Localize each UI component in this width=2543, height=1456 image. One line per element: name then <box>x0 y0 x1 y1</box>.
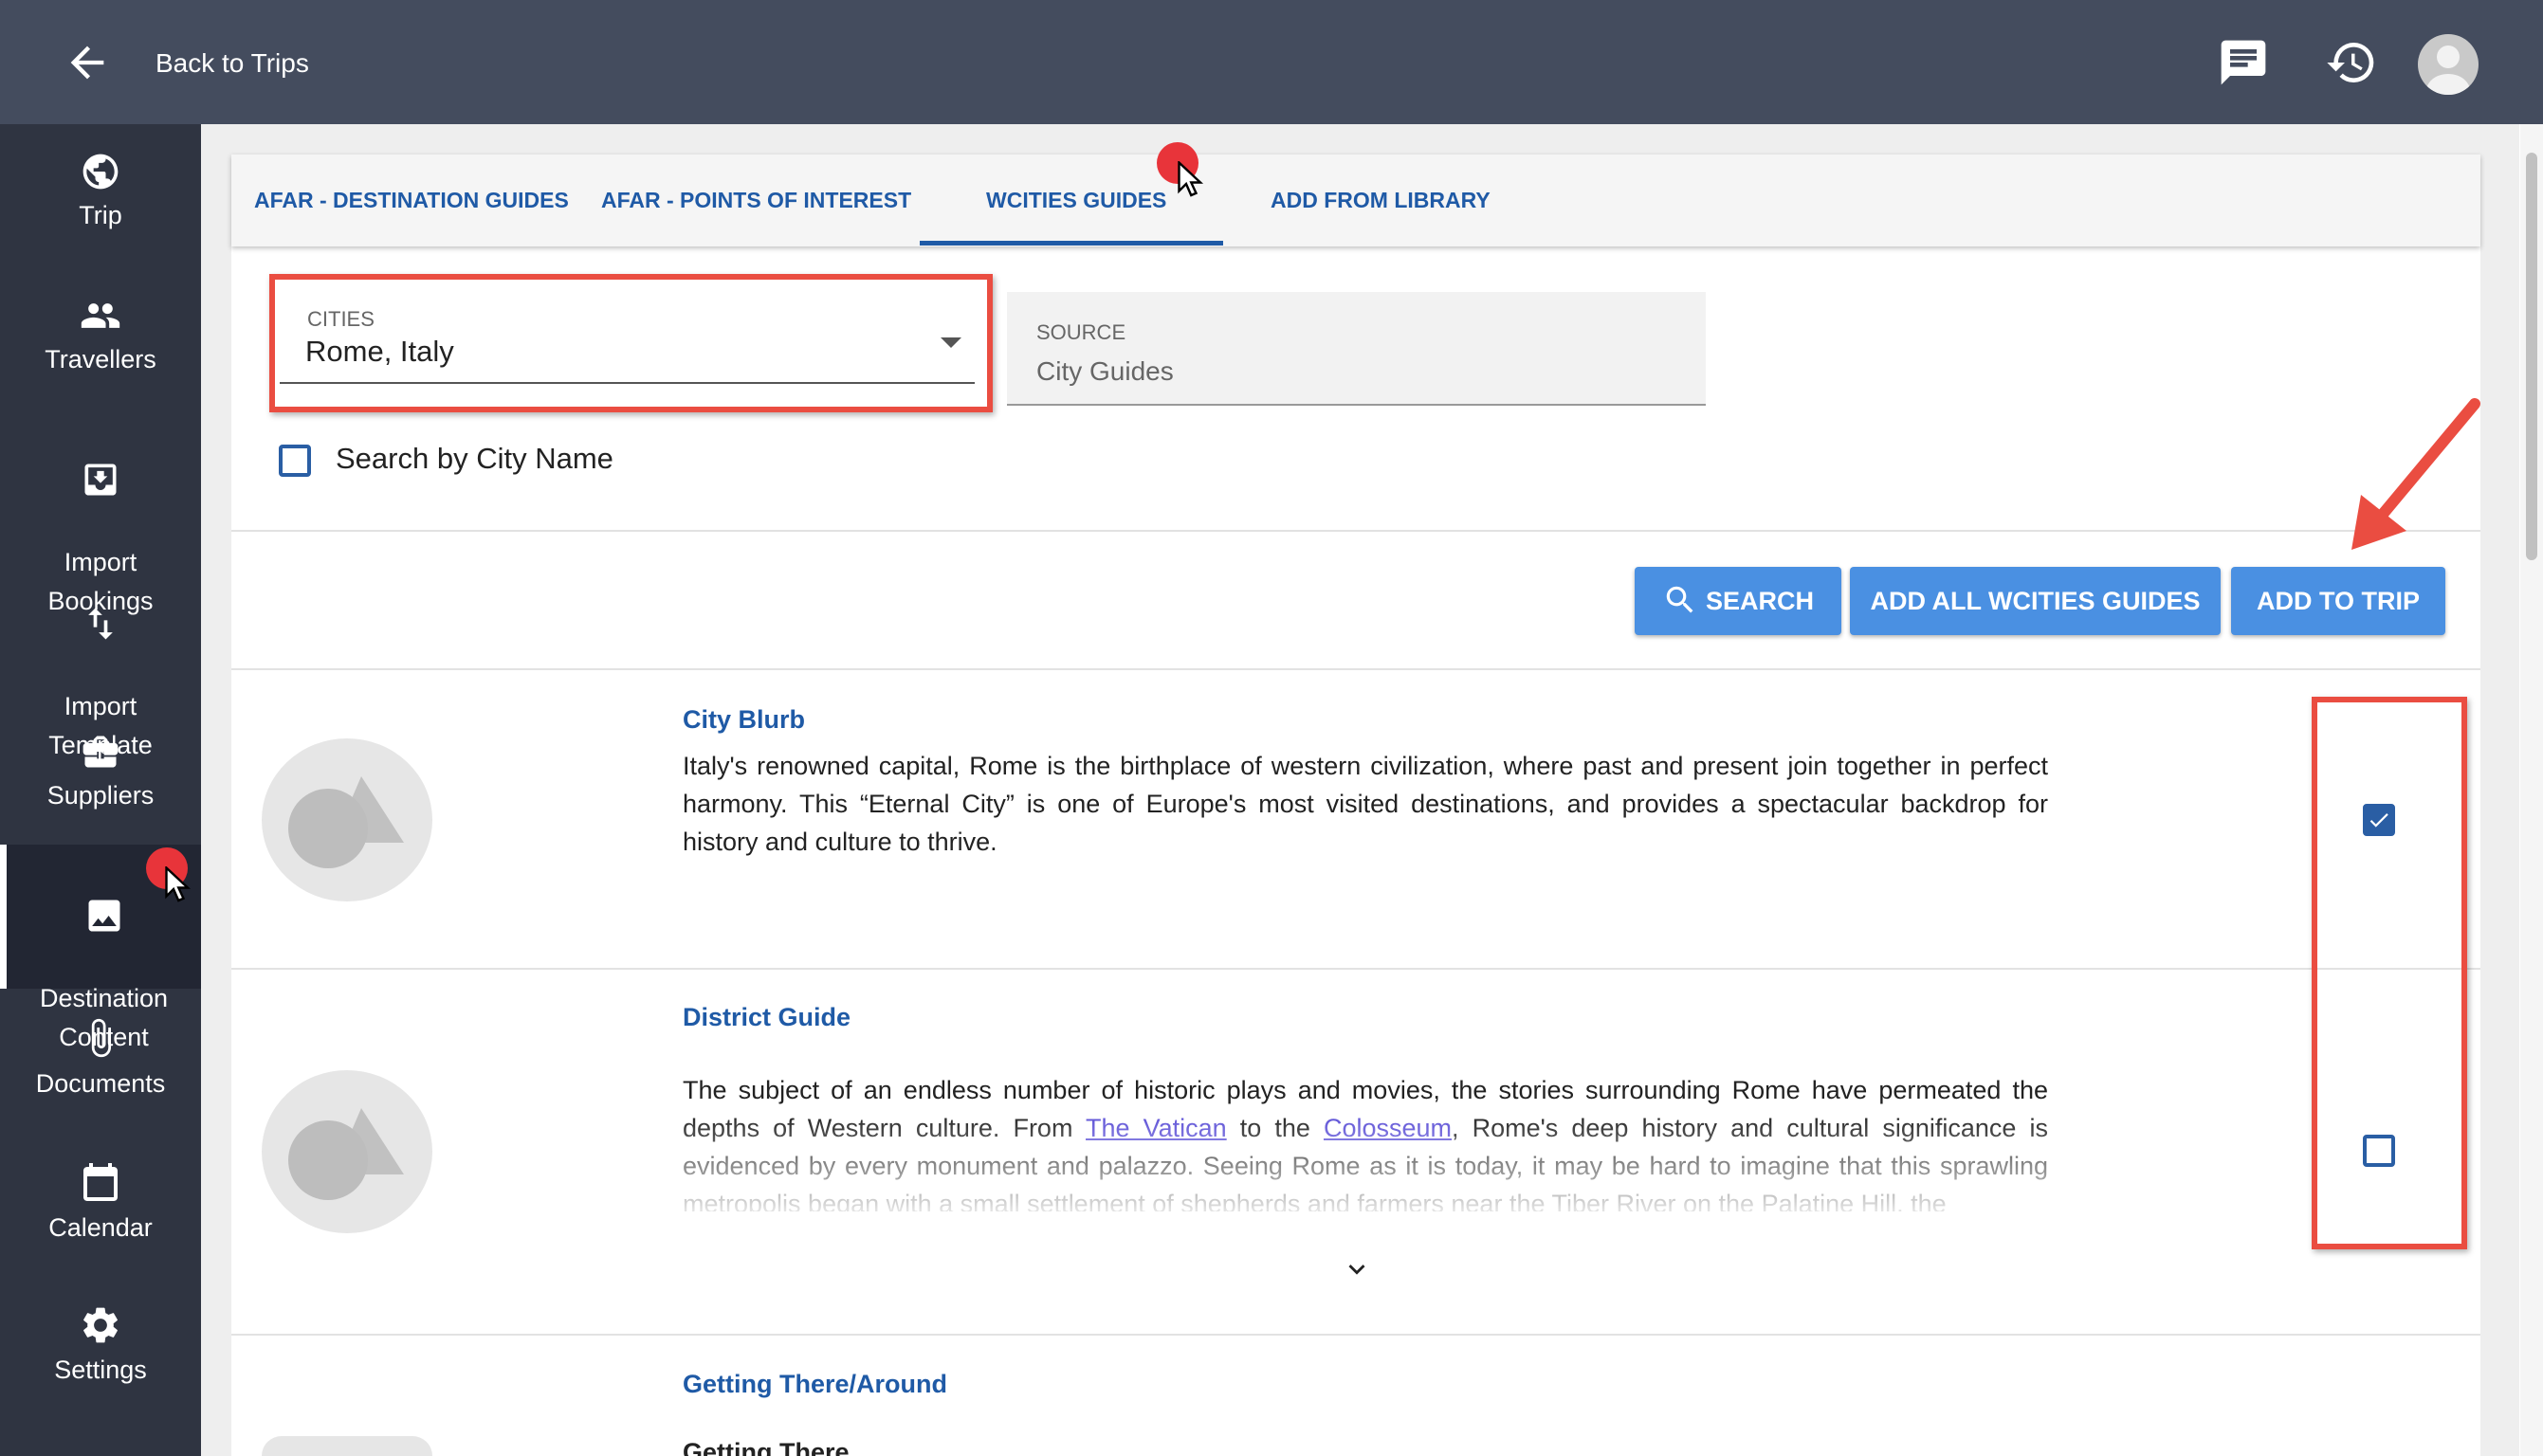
search-button[interactable]: SEARCH <box>1635 567 1841 635</box>
source-value: City Guides <box>1036 356 1174 386</box>
guide-text-district-guide: The subject of an endless number of hist… <box>683 1071 2048 1211</box>
guide-title-city-blurb[interactable]: City Blurb <box>683 705 805 735</box>
divider <box>231 1334 2480 1336</box>
person-icon <box>2425 46 2471 95</box>
sidebar-item-label: Suppliers <box>46 781 155 810</box>
back-to-trips-link[interactable]: Back to Trips <box>156 47 309 80</box>
sidebar-item-calendar[interactable]: Calendar <box>0 1159 201 1247</box>
calendar-icon <box>83 1163 118 1201</box>
guide-text-city-blurb: Italy's renowned capital, Rome is the bi… <box>683 752 2048 856</box>
divider <box>231 668 2480 670</box>
search-by-city-label[interactable]: Search by City Name <box>336 442 613 476</box>
add-all-wcities-guides-button[interactable]: ADD ALL WCITIES GUIDES <box>1850 567 2221 635</box>
tab-add-from-library[interactable]: ADD FROM LIBRARY <box>1271 155 1491 246</box>
tab-afar-points-of-interest[interactable]: AFAR - POINTS OF INTEREST <box>601 155 911 246</box>
source-label: SOURCE <box>1036 320 1126 344</box>
sidebar-item-label: Settings <box>54 1356 147 1384</box>
tab-afar-destination-guides[interactable]: AFAR - DESTINATION GUIDES <box>254 155 569 246</box>
sidebar-item-label: Travellers <box>45 345 156 373</box>
user-avatar[interactable] <box>2418 34 2479 95</box>
divider <box>231 968 2480 970</box>
search-button-label: SEARCH <box>1705 587 1814 615</box>
gear-icon <box>83 1307 118 1343</box>
sidebar-item-settings[interactable]: Settings <box>0 1303 201 1390</box>
expand-chevron-icon[interactable] <box>1341 1253 1373 1285</box>
divider <box>231 530 2480 532</box>
scrollbar[interactable] <box>2520 124 2543 1456</box>
app-window: Back to Trips Trip Travellers Import Boo… <box>0 0 2543 1456</box>
sidebar-item-trip[interactable]: Trip <box>0 151 201 235</box>
paperclip-icon <box>91 1018 111 1058</box>
people-icon <box>81 303 120 328</box>
sidebar-item-label: Calendar <box>48 1213 153 1242</box>
guide-thumbnail <box>262 738 432 901</box>
guide-thumbnail <box>262 1070 432 1233</box>
guide-title-district-guide[interactable]: District Guide <box>683 1003 851 1032</box>
sidebar-item-label: Documents <box>35 1069 166 1098</box>
briefcase-icon <box>82 736 119 768</box>
source-field[interactable]: SOURCE City Guides <box>1007 292 1706 406</box>
mouse-cursor-icon <box>1178 161 1204 197</box>
annotation-box-checkboxes <box>2312 697 2467 1249</box>
colosseum-link[interactable]: Colosseum <box>1324 1114 1452 1142</box>
annotation-arrow-icon <box>2351 398 2480 550</box>
sidebar-item-label: Trip <box>79 201 122 229</box>
guide-title-getting-there-around[interactable]: Getting There/Around <box>683 1370 947 1399</box>
top-bar: Back to Trips <box>0 0 2543 124</box>
tab-wcities-guides[interactable]: WCITIES GUIDES <box>986 155 1166 246</box>
guide-subtitle-getting-there: Getting There <box>683 1438 850 1456</box>
text-segment: to the <box>1226 1114 1324 1142</box>
add-to-trip-button[interactable]: ADD TO TRIP <box>2231 567 2445 635</box>
annotation-box-cities <box>269 274 993 412</box>
scrollbar-thumb[interactable] <box>2526 153 2537 560</box>
search-by-city-checkbox[interactable] <box>279 445 311 477</box>
guide-thumbnail <box>262 1436 432 1456</box>
globe-icon <box>82 154 119 190</box>
import-icon <box>84 464 117 496</box>
back-arrow-icon[interactable] <box>63 38 112 87</box>
mouse-cursor-icon <box>165 866 192 902</box>
history-icon[interactable] <box>2325 36 2378 89</box>
image-icon <box>88 900 119 932</box>
placeholder-image-icon <box>288 1108 404 1200</box>
sidebar-item-suppliers[interactable]: Suppliers <box>0 731 201 815</box>
swap-vertical-icon <box>88 608 113 640</box>
tab-bar: AFAR - DESTINATION GUIDES AFAR - POINTS … <box>231 155 2480 246</box>
sidebar: Trip Travellers Import Bookings Import T… <box>0 124 201 1456</box>
placeholder-image-icon <box>288 776 404 868</box>
search-icon <box>1666 586 1693 613</box>
the-vatican-link[interactable]: The Vatican <box>1086 1114 1227 1142</box>
active-tab-indicator <box>920 241 1223 246</box>
chat-icon[interactable] <box>2217 36 2270 89</box>
sidebar-item-travellers[interactable]: Travellers <box>0 295 201 379</box>
sidebar-item-documents[interactable]: Documents <box>0 1015 201 1103</box>
